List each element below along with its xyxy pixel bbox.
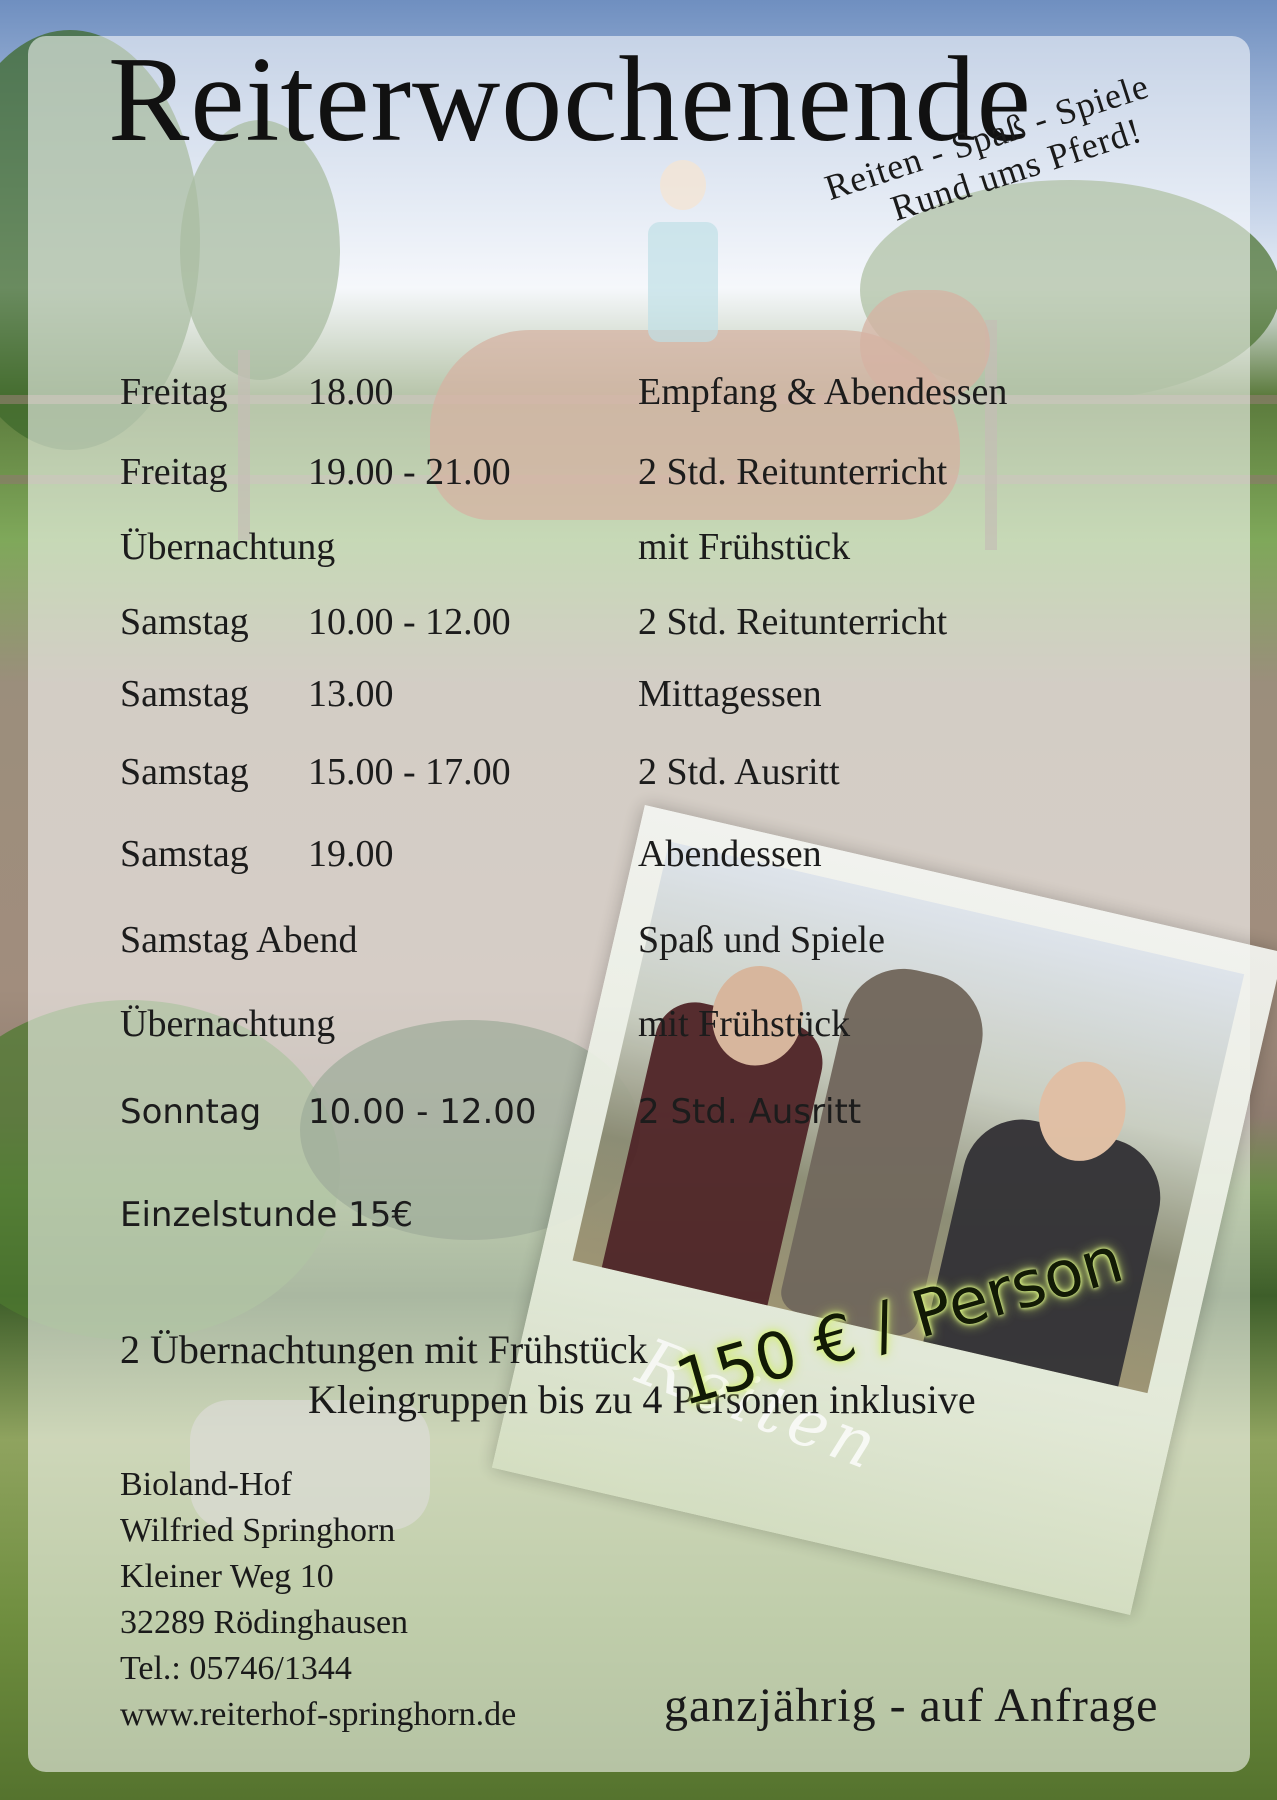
schedule-day: Übernachtung: [120, 1003, 336, 1045]
summary-line1: 2 Übernachtungen mit Frühstück: [120, 1327, 648, 1372]
schedule-activity: Spaß und Spiele: [638, 919, 885, 961]
schedule-activity: Mittagessen: [638, 673, 822, 715]
schedule-activity: 2 Std. Reitunterricht: [638, 451, 948, 493]
availability-note: ganzjährig - auf Anfrage: [664, 1679, 1159, 1732]
single-lesson-price: Einzelstunde 15€: [120, 1195, 414, 1235]
schedule-time: 15.00 - 17.00: [308, 751, 511, 793]
schedule-day: Übernachtung: [120, 526, 336, 568]
schedule-activity: 2 Std. Ausritt: [638, 1092, 862, 1132]
schedule-activity: Empfang & Abendessen: [638, 371, 1008, 413]
schedule-activity: mit Frühstück: [638, 1003, 851, 1045]
farm-name: Bioland-Hof: [120, 1466, 292, 1503]
city: 32289 Rödinghausen: [120, 1604, 409, 1641]
schedule-day: Samstag: [120, 751, 249, 793]
schedule-day: Freitag: [120, 371, 228, 413]
schedule-time: 18.00: [308, 371, 394, 413]
schedule-activity: 2 Std. Ausritt: [638, 751, 840, 793]
schedule-day: Freitag: [120, 451, 228, 493]
street: Kleiner Weg 10: [120, 1558, 334, 1595]
schedule-time: 10.00 - 12.00: [308, 601, 511, 643]
schedule-day: Samstag: [120, 601, 249, 643]
owner-name: Wilfried Springhorn: [120, 1512, 396, 1549]
phone: Tel.: 05746/1344: [120, 1650, 352, 1687]
schedule-day: Sonntag: [120, 1092, 262, 1132]
schedule-time: 10.00 - 12.00: [308, 1092, 537, 1132]
schedule-activity: 2 Std. Reitunterricht: [638, 601, 948, 643]
schedule-time: 19.00 - 21.00: [308, 451, 511, 493]
schedule-day: Samstag: [120, 833, 249, 875]
schedule-activity: mit Frühstück: [638, 526, 851, 568]
schedule-time: 13.00: [308, 673, 394, 715]
schedule-day: Samstag Abend: [120, 919, 358, 961]
schedule-activity: Abendessen: [638, 833, 822, 875]
schedule-day: Samstag: [120, 673, 249, 715]
summary-line2: Kleingruppen bis zu 4 Personen inklusive: [308, 1377, 976, 1422]
schedule-time: 19.00: [308, 833, 394, 875]
address-block: Bioland-Hof Wilfried Springhorn Kleiner …: [120, 1462, 516, 1738]
website-link[interactable]: www.reiterhof-springhorn.de: [120, 1692, 516, 1738]
